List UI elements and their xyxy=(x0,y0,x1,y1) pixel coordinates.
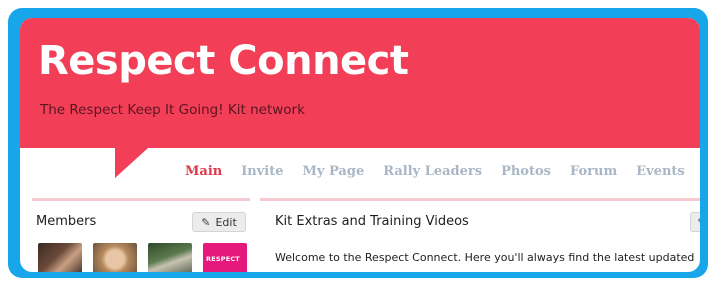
pencil-icon: ✎ xyxy=(697,216,700,229)
browser-frame: Respect Connect The Respect Keep It Goin… xyxy=(8,8,708,278)
member-avatars: RESPECT xyxy=(38,243,247,272)
respect-logo: RESPECT xyxy=(206,255,240,263)
avatar[interactable] xyxy=(148,243,192,272)
nav-item-rally-leaders[interactable]: Rally Leaders xyxy=(383,164,482,179)
members-edit-button[interactable]: ✎ Edit xyxy=(192,212,246,232)
members-title: Members xyxy=(36,214,97,229)
content-title: Kit Extras and Training Videos xyxy=(275,214,469,229)
content-panel: Kit Extras and Training Videos ✎ Welcome… xyxy=(260,198,700,272)
nav-item-forum[interactable]: Forum xyxy=(570,164,617,179)
edit-label: Edit xyxy=(215,215,237,229)
welcome-text: Welcome to the Respect Connect. Here you… xyxy=(275,251,695,272)
site-tagline: The Respect Keep It Going! Kit network xyxy=(40,102,305,118)
page-window: Respect Connect The Respect Keep It Goin… xyxy=(20,18,700,272)
avatar[interactable]: RESPECT xyxy=(203,243,247,272)
nav-item-my-page[interactable]: My Page xyxy=(303,164,365,179)
content-edit-button[interactable]: ✎ xyxy=(690,212,700,232)
avatar[interactable] xyxy=(93,243,137,272)
nav-item-photos[interactable]: Photos xyxy=(501,164,551,179)
banner-notch xyxy=(115,148,148,178)
nav-item-events[interactable]: Events xyxy=(636,164,685,179)
pencil-icon: ✎ xyxy=(201,215,211,229)
nav-item-main[interactable]: Main xyxy=(185,164,222,179)
members-panel: Members ✎ Edit RESPECT xyxy=(32,198,250,272)
main-nav: Main Invite My Page Rally Leaders Photos… xyxy=(185,164,700,179)
header-banner: Respect Connect The Respect Keep It Goin… xyxy=(20,18,700,148)
site-title[interactable]: Respect Connect xyxy=(38,38,409,84)
avatar[interactable] xyxy=(38,243,82,272)
nav-item-invite[interactable]: Invite xyxy=(241,164,283,179)
